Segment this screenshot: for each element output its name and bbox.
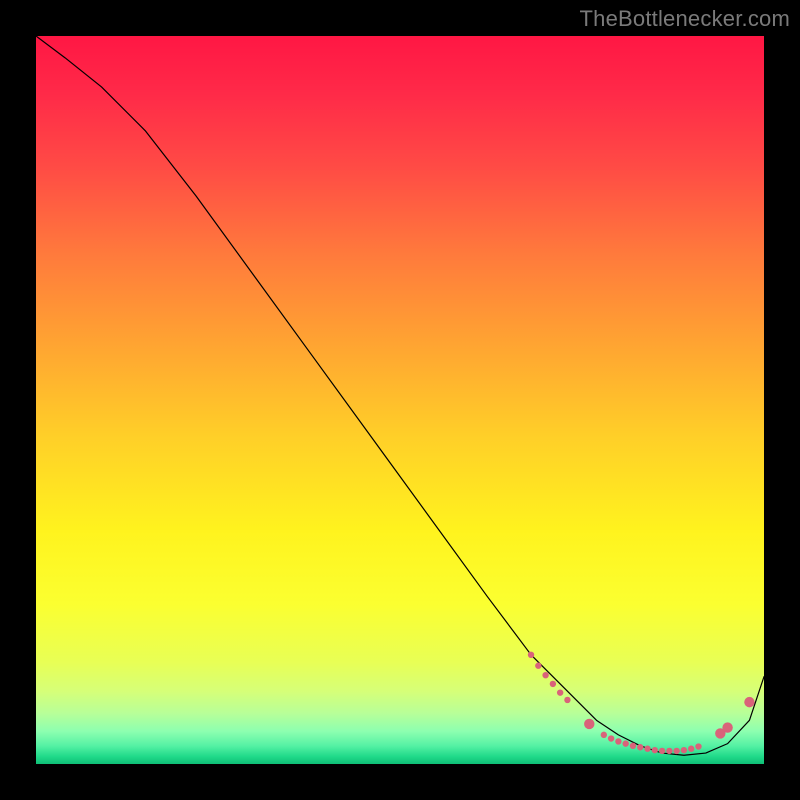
chart-frame: TheBottlenecker.com [0, 0, 800, 800]
chart-svg [36, 36, 764, 764]
marker-point [528, 652, 534, 658]
marker-point [666, 748, 672, 754]
marker-point [722, 722, 732, 732]
marker-point [637, 744, 643, 750]
marker-point [622, 740, 628, 746]
marker-point [688, 746, 694, 752]
marker-point [630, 743, 636, 749]
marker-point [695, 743, 701, 749]
marker-point [644, 746, 650, 752]
marker-point [542, 672, 548, 678]
marker-point [584, 719, 594, 729]
marker-point [615, 738, 621, 744]
marker-point [535, 663, 541, 669]
marker-point [608, 735, 614, 741]
marker-point [564, 697, 570, 703]
marker-point [652, 747, 658, 753]
chart-background [36, 36, 764, 764]
marker-point [673, 748, 679, 754]
plot-area [36, 36, 764, 764]
watermark-text: TheBottlenecker.com [580, 6, 790, 32]
marker-point [744, 697, 754, 707]
marker-point [659, 748, 665, 754]
marker-point [557, 689, 563, 695]
marker-point [681, 747, 687, 753]
marker-point [601, 732, 607, 738]
marker-point [550, 681, 556, 687]
